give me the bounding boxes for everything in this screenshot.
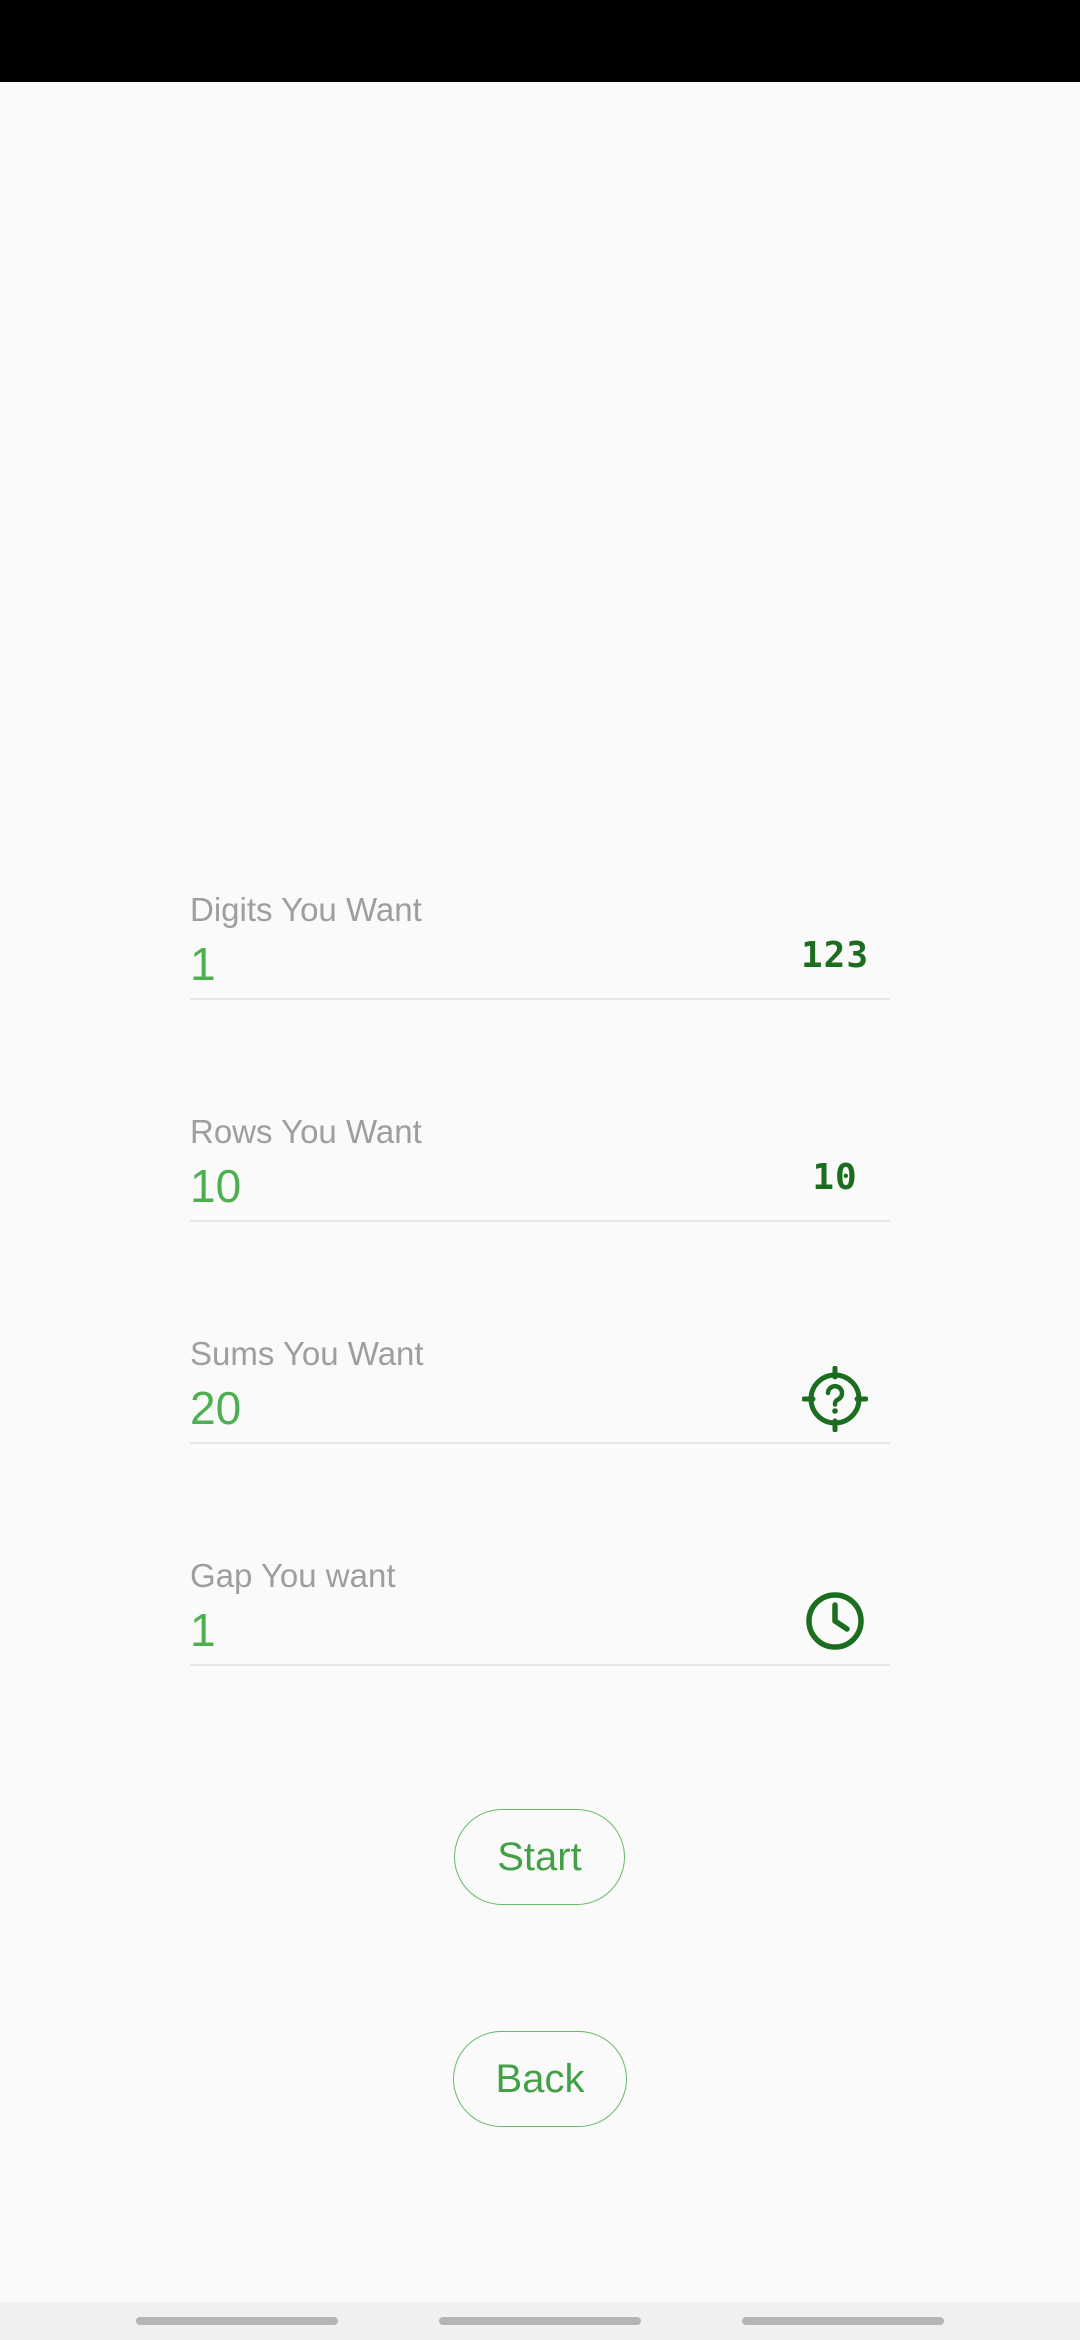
system-nav-bar xyxy=(0,2302,1080,2340)
start-button[interactable]: Start xyxy=(454,1809,625,1905)
number-10-icon: 10 xyxy=(800,1142,870,1212)
sums-field-value[interactable]: 20 xyxy=(190,1380,241,1436)
numbers-123-icon-glyph: 123 xyxy=(800,934,870,976)
sums-field-label: Sums You Want xyxy=(190,1335,424,1372)
rows-field-value[interactable]: 10 xyxy=(190,1158,241,1214)
nav-back-handle[interactable] xyxy=(742,2317,944,2325)
numbers-123-icon: 123 xyxy=(800,920,870,990)
back-button[interactable]: Back xyxy=(453,2031,627,2127)
rows-field-label: Rows You Want xyxy=(190,1113,422,1150)
digits-field[interactable]: Digits You Want 1 123 xyxy=(190,890,890,1000)
status-bar xyxy=(0,0,1080,82)
clock-icon xyxy=(800,1586,870,1656)
gap-field-label: Gap You want xyxy=(190,1557,396,1594)
rows-field[interactable]: Rows You Want 10 10 xyxy=(190,1112,890,1222)
nav-home-handle[interactable] xyxy=(439,2317,641,2325)
gap-field[interactable]: Gap You want 1 xyxy=(190,1556,890,1666)
gap-field-value[interactable]: 1 xyxy=(190,1602,216,1658)
digits-field-label: Digits You Want xyxy=(190,891,422,928)
sums-field[interactable]: Sums You Want 20 xyxy=(190,1334,890,1444)
target-question-icon xyxy=(800,1364,870,1434)
nav-recents-handle[interactable] xyxy=(136,2317,338,2325)
number-10-icon-glyph: 10 xyxy=(812,1156,858,1198)
digits-field-value[interactable]: 1 xyxy=(190,936,216,992)
